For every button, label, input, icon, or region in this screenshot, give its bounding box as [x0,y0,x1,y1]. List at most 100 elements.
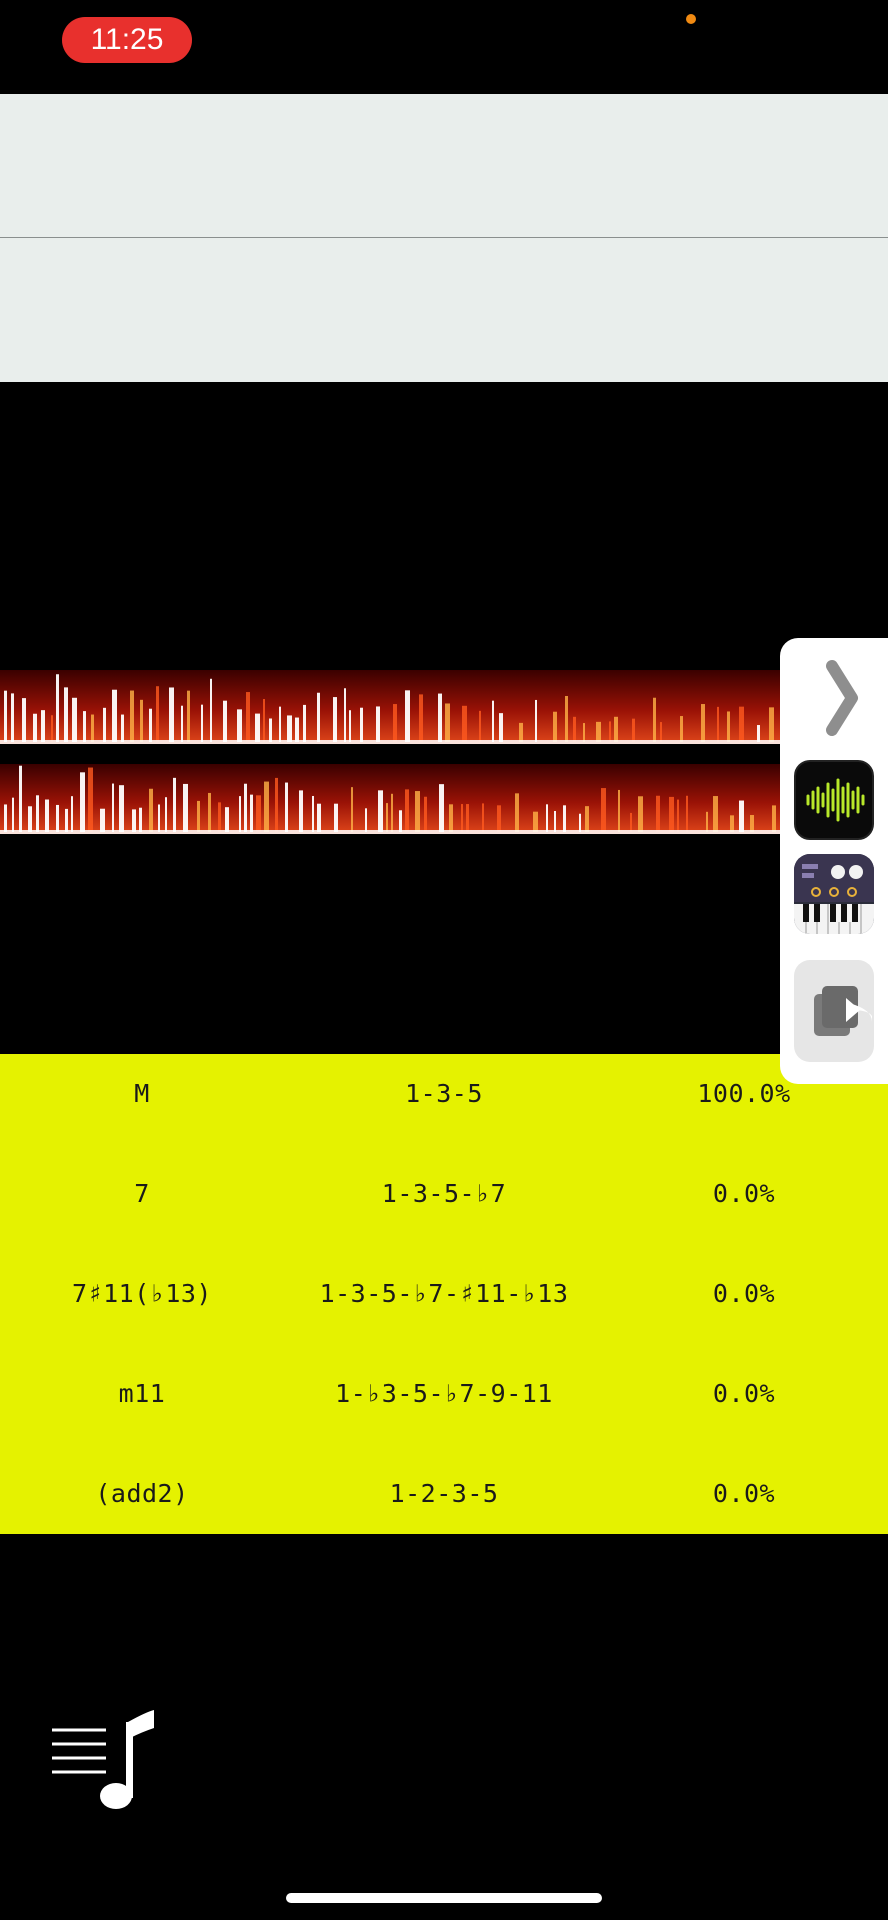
spectrogram-spike [669,796,674,832]
chevron-right-icon[interactable] [818,658,868,738]
chord-row[interactable]: (add2) 1-2-3-5 0.0% [0,1454,888,1554]
staff-divider-line [0,237,888,238]
chord-name: m11 [118,1379,166,1408]
spectrogram-spike [730,815,734,832]
spectrogram-spike [269,718,272,742]
chord-match-percent: 0.0% [712,1379,776,1408]
spectrogram-spike [466,804,469,832]
spectrogram-spike [197,800,200,832]
spectrogram-spike [12,797,14,832]
chord-match-percent: 0.0% [712,1479,776,1508]
spectrogram-spike [660,722,662,742]
status-time[interactable]: 11:25 [62,17,192,63]
spectrogram-spike [680,716,683,742]
spectrogram-spike [399,810,402,832]
chord-row[interactable]: M 1-3-5 100.0% [0,1054,888,1154]
spectrogram-spike [462,705,467,742]
spectrogram-spike [223,700,227,742]
home-indicator[interactable] [286,1893,602,1903]
spectrogram-spike [246,692,250,742]
spectrogram-spike [239,796,241,832]
spectrogram-spike [263,699,265,742]
spectrogram-spike [149,708,152,742]
spectrogram-spike [585,806,589,832]
menu-lines-icon [52,1728,106,1774]
spectrogram-spike [492,700,494,742]
spectrogram-spike [187,690,190,742]
spectrogram-spike [256,795,261,832]
spectrogram-spike [533,811,538,832]
spectrogram-spike [119,785,124,832]
spectrogram-spike [515,793,519,832]
spectrogram-spike [181,705,183,742]
spectrogram-spike [638,796,643,832]
spectrogram-spike [208,792,211,832]
spectrogram-spike [36,795,39,832]
chord-match-percent: 0.0% [712,1179,776,1208]
spectrogram-spike [130,690,134,742]
spectrogram-spike [632,718,635,742]
spectrogram-spike [579,813,581,832]
spectrogram-spike [140,699,143,742]
spectrogram-spike [285,782,288,832]
chord-row[interactable]: 7♯11(♭13) 1-3-5-♭7-♯11-♭13 0.0% [0,1254,888,1354]
spectrogram-view [0,670,780,834]
spectrogram-spike [438,693,442,742]
spectrogram-spike [772,805,776,832]
spectrogram-spike [445,703,450,742]
music-menu-button[interactable] [50,1706,160,1818]
spectrogram-spike [72,697,77,742]
spectrogram-spike [365,808,367,832]
spectrogram-spike [317,692,320,742]
spectrogram-spike [139,807,142,832]
synth-keyboard-app-icon[interactable] [794,854,874,934]
spectrogram-baseline-upper [0,740,780,744]
chord-name: (add2) [95,1479,189,1508]
spectrogram-spike [701,704,705,742]
spectrogram-spike [769,707,774,742]
chord-name: M [134,1079,150,1108]
chord-match-table: M 1-3-5 100.0% 7 1-3-5-♭7 0.0% 7♯11(♭13)… [0,1054,888,1534]
spectrogram-spike [158,804,160,832]
notation-staff-area[interactable] [0,94,888,382]
spectrogram-spike [497,805,501,832]
spectrogram-spike [449,804,453,832]
share-extension-icon[interactable] [794,960,874,1062]
spectrogram-spike [132,809,136,832]
spectrogram-spike [149,788,153,832]
spectrogram-spike [169,687,174,742]
spectrogram-spike [360,707,363,742]
spectrogram-spike [64,687,68,742]
chord-name: 7 [134,1179,150,1208]
spectrogram-spike [22,698,26,742]
spectrogram-spike [56,804,59,832]
spectrogram-spike [165,797,167,832]
spectrogram-spike [83,711,86,742]
spectrogram-spike [317,803,321,832]
spectrogram-spike [378,790,383,832]
spectrogram-spike [287,715,292,742]
spectrogram-spike [156,686,159,742]
spectrogram-spike [201,704,203,742]
spectrogram-spike [103,707,106,742]
spectrogram-spike [19,765,22,832]
spectrogram-spike [653,697,656,742]
spectrogram-spike [419,694,423,742]
spectrogram-spike [609,721,611,742]
waveform-app-icon[interactable] [794,760,874,840]
spectrogram-spike [601,788,606,832]
spectrogram-spike [415,791,420,832]
chord-row[interactable]: 7 1-3-5-♭7 0.0% [0,1154,888,1254]
app-switcher-panel [780,638,888,1084]
spectrogram-spike [757,725,760,742]
spectrogram-spike [573,716,576,742]
spectrogram-spike [386,803,388,832]
spectrogram-spike [275,777,278,832]
chord-row[interactable]: m11 1-♭3-5-♭7-9-11 0.0% [0,1354,888,1454]
spectrogram-spike [479,710,481,742]
spectrogram-spike [717,706,719,742]
spectrogram-spike [439,784,444,832]
spectrogram-baseline-lower [0,830,780,834]
spectrogram-spike [461,804,463,832]
spectrogram-spike [210,678,212,742]
